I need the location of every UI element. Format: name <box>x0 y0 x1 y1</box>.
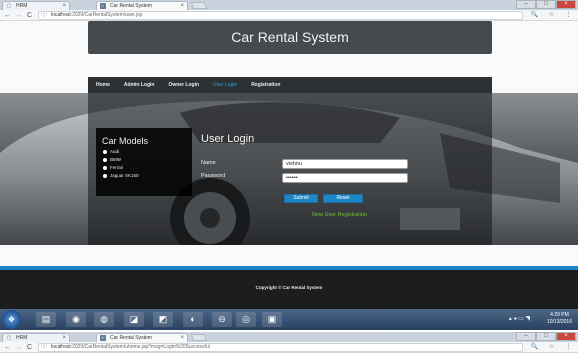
page-icon: ▢ <box>6 3 12 9</box>
tab-label: Car Rental System <box>110 335 152 341</box>
nav-user-login[interactable]: User Login <box>213 82 237 88</box>
copyright-text: Copyright © Car Rental System <box>255 285 323 290</box>
submit-button[interactable]: Submit <box>284 194 318 203</box>
url-path: :2020/CarRentalSystem/user.jsp <box>70 12 143 18</box>
maximize-icon[interactable]: □ <box>536 0 556 9</box>
hero-section <box>0 93 578 245</box>
car-model-label: Ferrari <box>110 165 124 170</box>
info-icon: ⓘ <box>41 344 48 350</box>
window-controls: – □ × <box>516 0 576 9</box>
bullet-icon <box>103 150 107 154</box>
forward-icon[interactable]: → <box>14 343 23 352</box>
chrome-icon[interactable]: ◉ <box>66 312 86 327</box>
app-icon[interactable]: ◐ <box>183 312 203 327</box>
site-header: Car Rental System <box>88 21 492 54</box>
car-models-title: Car Models <box>102 136 149 146</box>
list-item[interactable]: Jaguar XK150 <box>103 172 192 180</box>
nav-owner-login[interactable]: Owner Login <box>168 82 199 88</box>
zoom-icon[interactable]: 🔍 <box>530 11 539 20</box>
list-item[interactable]: BMW <box>103 156 192 164</box>
back-icon[interactable]: ← <box>3 343 12 352</box>
back-icon[interactable]: ← <box>3 11 12 20</box>
url-path: :2020/CarRentalSystem/uhome.jsp?msg=Logi… <box>70 344 210 350</box>
nav-registration[interactable]: Registration <box>251 82 280 88</box>
bullet-icon <box>103 166 107 170</box>
app-icon[interactable]: ◪ <box>124 312 144 327</box>
name-input[interactable] <box>282 159 408 169</box>
reload-icon[interactable]: C <box>25 343 34 352</box>
menu-icon[interactable]: ⋮ <box>564 11 573 20</box>
browser-address-bar-2: ← → C ⓘ localhost:2020/CarRentalSystem/u… <box>0 342 578 353</box>
list-item[interactable]: Audi <box>103 148 192 156</box>
url-host: localhost <box>51 12 71 18</box>
car-model-label: Audi <box>110 149 120 154</box>
start-button[interactable]: ❖ <box>2 310 21 329</box>
minimize-icon[interactable]: – <box>516 332 536 341</box>
close-window-icon[interactable]: × <box>556 332 576 341</box>
window-controls: – □ × <box>516 332 576 341</box>
app-icon[interactable]: ▣ <box>262 312 282 327</box>
url-host: localhost <box>51 344 71 350</box>
car-model-label: BMW <box>110 157 121 162</box>
nav-home[interactable]: Home <box>96 82 110 88</box>
star-icon[interactable]: ☆ <box>547 343 556 352</box>
close-icon[interactable]: × <box>62 2 66 10</box>
app-icon[interactable]: ◍ <box>94 312 114 327</box>
site-title: Car Rental System <box>231 29 349 45</box>
clock-time: 4:29 PM <box>550 312 569 318</box>
bullet-icon <box>103 158 107 162</box>
close-icon[interactable]: × <box>180 2 184 10</box>
browser-tabstrip: ▢ HRM × ▪ Car Rental System × – □ × <box>0 0 578 10</box>
login-title: User Login <box>201 133 255 145</box>
forward-icon[interactable]: → <box>14 11 23 20</box>
app-icon[interactable]: ◩ <box>153 312 173 327</box>
taskbar-clock[interactable]: 4:29 PM 10/13/2016 <box>547 312 572 326</box>
list-item[interactable]: Ferrari <box>103 164 192 172</box>
browser-address-bar: ← → C ⓘ localhost:2020/CarRentalSystem/u… <box>0 10 578 21</box>
os-taskbar: ❖ ▤ ◉ ◍ ◪ ◩ ◐ ⊖ ◎ ▣ ▴ ◂ ▭ ◥ 4:29 PM 10/1… <box>0 309 578 330</box>
zoom-icon[interactable]: 🔍 <box>530 343 539 352</box>
url-field[interactable]: ⓘ localhost:2020/CarRentalSystem/user.js… <box>38 11 523 20</box>
app-icon[interactable]: ⊖ <box>212 312 232 327</box>
tab-label: Car Rental System <box>110 3 152 9</box>
url-field[interactable]: ⓘ localhost:2020/CarRentalSystem/uhome.j… <box>38 343 523 352</box>
info-icon: ⓘ <box>41 12 48 18</box>
reset-button[interactable]: Reset <box>323 194 363 203</box>
name-label: Name <box>201 160 216 166</box>
minimize-icon[interactable]: – <box>516 0 536 9</box>
close-window-icon[interactable]: × <box>556 0 576 9</box>
site-footer: Copyright © Car Rental System <box>0 270 578 309</box>
car-model-label: Jaguar XK150 <box>110 173 139 178</box>
browser-tab-car-rental[interactable]: ▪ Car Rental System × <box>96 333 188 342</box>
new-tab-button[interactable] <box>190 2 208 9</box>
star-icon[interactable]: ☆ <box>547 11 556 20</box>
reload-icon[interactable]: C <box>25 11 34 20</box>
browser-tabstrip-2: ▢ HRM × ▪ Car Rental System × – □ × <box>0 332 578 342</box>
browser-tab-hrm[interactable]: ▢ HRM × <box>2 333 70 342</box>
nav-admin-login[interactable]: Admin Login <box>124 82 155 88</box>
clock-date: 10/13/2016 <box>546 319 572 325</box>
site-icon: ▪ <box>100 335 106 341</box>
new-tab-button[interactable] <box>190 334 208 341</box>
close-icon[interactable]: × <box>180 334 184 342</box>
close-icon[interactable]: × <box>62 334 66 342</box>
browser-tab-car-rental[interactable]: ▪ Car Rental System × <box>96 1 188 10</box>
password-label: Password <box>201 173 226 179</box>
browser-tab-hrm[interactable]: ▢ HRM × <box>2 1 70 10</box>
new-user-registration-link[interactable]: New User Registration <box>312 212 367 218</box>
car-models-list: Audi BMW Ferrari Jaguar XK150 <box>103 148 192 180</box>
system-tray[interactable]: ▴ ◂ ▭ ◥ <box>509 315 530 322</box>
main-navbar: Home Admin Login Owner Login User Login … <box>88 77 492 93</box>
tab-label: HRM <box>16 3 28 9</box>
bullet-icon <box>103 174 107 178</box>
menu-icon[interactable]: ⋮ <box>564 343 573 352</box>
password-input[interactable] <box>282 173 408 183</box>
car-models-panel: Car Models Audi BMW Ferrari Jaguar XK150 <box>96 128 192 196</box>
app-icon[interactable]: ◎ <box>236 312 256 327</box>
site-icon: ▪ <box>100 3 106 9</box>
maximize-icon[interactable]: □ <box>536 332 556 341</box>
page-icon: ▢ <box>6 335 12 341</box>
tab-label: HRM <box>16 335 28 341</box>
explorer-icon[interactable]: ▤ <box>36 312 56 327</box>
